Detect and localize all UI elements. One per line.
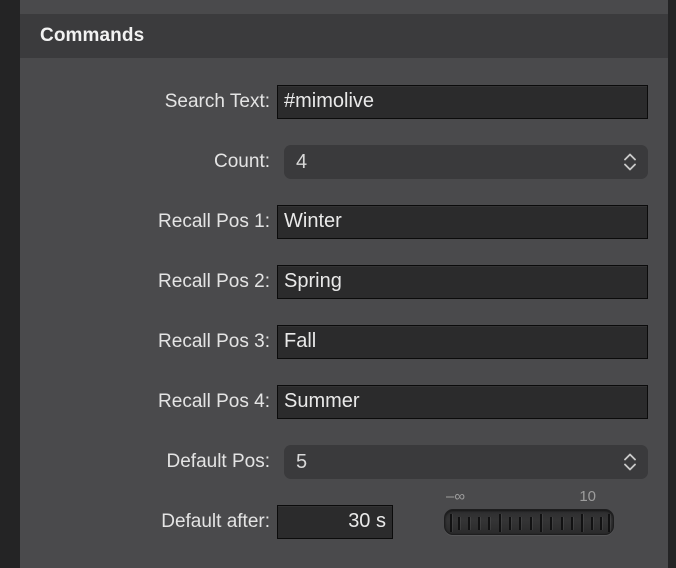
- search-text-label: Search Text:: [164, 91, 270, 112]
- recall-pos-4-input[interactable]: Summer: [277, 385, 648, 419]
- tick-mark: [509, 517, 511, 530]
- tick-mark: [581, 514, 583, 532]
- page-title: Commands: [40, 25, 145, 46]
- default-after-value: 30 s: [348, 510, 386, 532]
- default-pos-stepper[interactable]: 5: [284, 445, 648, 479]
- default-after-slider[interactable]: –∞ 10: [424, 489, 614, 541]
- tick-mark: [540, 514, 542, 532]
- tick-mark: [591, 517, 593, 530]
- recall-pos-3-input[interactable]: Fall: [277, 325, 648, 359]
- slider-max-label: 10: [579, 488, 596, 505]
- chevron-up-down-icon[interactable]: [622, 451, 638, 473]
- tick-mark: [530, 517, 532, 530]
- tick-mark: [468, 517, 470, 530]
- tick-mark: [550, 517, 552, 530]
- right-gutter: [668, 0, 676, 568]
- default-after-label: Default after:: [161, 511, 270, 532]
- row-default-pos: Default Pos: 5: [20, 445, 668, 479]
- slider-min-label: –∞: [446, 488, 466, 505]
- recall-pos-3-value: Fall: [284, 330, 317, 352]
- row-default-after: Default after: 30 s –∞ 10: [20, 489, 668, 539]
- row-search-text: Search Text: #mimolive: [20, 85, 668, 119]
- recall-pos-3-label: Recall Pos 3:: [158, 331, 270, 352]
- recall-pos-2-input[interactable]: Spring: [277, 265, 648, 299]
- default-after-input[interactable]: 30 s: [277, 505, 393, 539]
- row-recall-pos-1: Recall Pos 1: Winter: [20, 205, 668, 239]
- recall-pos-4-value: Summer: [284, 390, 360, 412]
- count-value: 4: [296, 151, 308, 173]
- default-pos-label: Default Pos:: [166, 451, 271, 472]
- recall-pos-1-input[interactable]: Winter: [277, 205, 648, 239]
- tick-mark: [458, 517, 460, 530]
- tick-mark: [600, 517, 602, 530]
- commands-panel: Commands Search Text: #mimolive Count: 4: [20, 14, 668, 568]
- recall-pos-1-label: Recall Pos 1:: [158, 211, 270, 232]
- top-strip: [20, 0, 668, 14]
- search-text-value: #mimolive: [284, 90, 375, 112]
- tick-mark: [450, 514, 452, 532]
- commands-settings-screen: Commands Search Text: #mimolive Count: 4: [0, 0, 676, 568]
- tick-mark: [571, 517, 573, 530]
- panel-header: Commands: [20, 14, 668, 58]
- search-text-input[interactable]: #mimolive: [277, 85, 648, 119]
- recall-pos-2-label: Recall Pos 2:: [158, 271, 270, 292]
- recall-pos-2-value: Spring: [284, 270, 342, 292]
- row-recall-pos-2: Recall Pos 2: Spring: [20, 265, 668, 299]
- tick-mark: [561, 517, 563, 530]
- row-recall-pos-3: Recall Pos 3: Fall: [20, 325, 668, 359]
- chevron-up-down-icon[interactable]: [622, 151, 638, 173]
- recall-pos-4-label: Recall Pos 4:: [158, 391, 270, 412]
- tick-mark: [478, 517, 480, 530]
- commands-form: Search Text: #mimolive Count: 4 Recall P…: [20, 58, 668, 568]
- tick-mark: [519, 517, 521, 530]
- default-pos-value: 5: [296, 451, 308, 473]
- tick-mark: [488, 517, 490, 530]
- count-label: Count:: [214, 151, 270, 172]
- row-recall-pos-4: Recall Pos 4: Summer: [20, 385, 668, 419]
- recall-pos-1-value: Winter: [284, 210, 342, 232]
- tick-mark: [608, 514, 610, 532]
- tick-mark: [499, 514, 501, 532]
- left-gutter: [0, 0, 20, 568]
- row-count: Count: 4: [20, 145, 668, 179]
- count-stepper[interactable]: 4: [284, 145, 648, 179]
- tick-scale-icon[interactable]: [444, 509, 614, 535]
